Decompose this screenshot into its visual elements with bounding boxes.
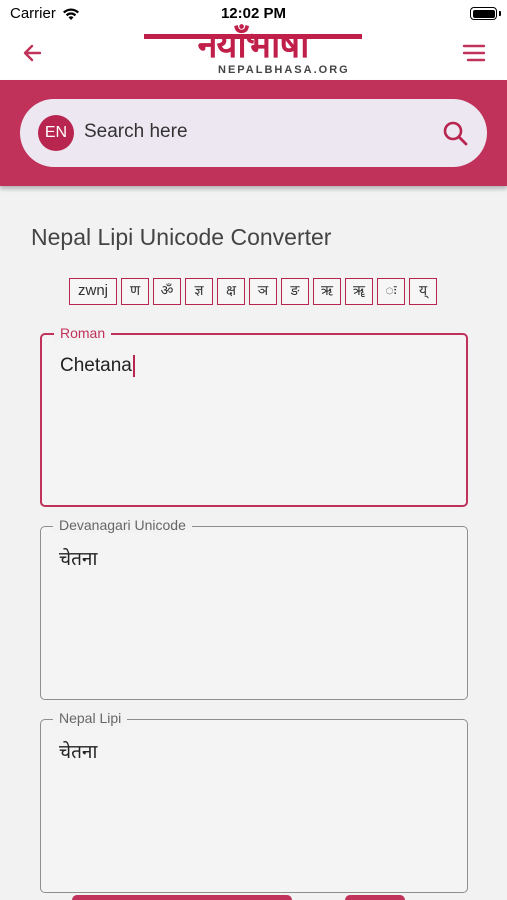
search-band: EN Search here	[0, 80, 507, 186]
char-key[interactable]: ङ	[281, 278, 309, 305]
char-key[interactable]: ः	[377, 278, 405, 305]
text-caret	[132, 355, 135, 377]
battery-icon	[470, 7, 497, 20]
devanagari-field-label: Devanagari Unicode	[53, 517, 192, 533]
search-bar[interactable]: EN Search here	[20, 99, 487, 167]
hamburger-menu-icon[interactable]	[461, 40, 487, 66]
char-key[interactable]: ञ	[249, 278, 277, 305]
arrow-left-icon[interactable]	[20, 40, 46, 66]
nepal-lipi-field-label: Nepal Lipi	[53, 710, 128, 726]
status-time: 12:02 PM	[220, 5, 287, 22]
char-key[interactable]: ॠ	[345, 278, 373, 305]
site-logo[interactable]: नयाँभाषा NEPALBHASA.ORG	[140, 22, 366, 82]
convert-button[interactable]	[72, 895, 292, 900]
char-key[interactable]: ऋ	[313, 278, 341, 305]
language-toggle[interactable]: EN	[38, 115, 74, 151]
nepal-lipi-field[interactable]: Nepal Lipi चेतना	[40, 710, 468, 893]
char-key-zwnj[interactable]: zwnj	[69, 278, 117, 305]
app-header: नयाँभाषा NEPALBHASA.ORG	[0, 24, 507, 80]
search-input[interactable]: Search here	[84, 121, 188, 143]
nepal-lipi-field-value[interactable]: चेतना	[59, 738, 97, 764]
char-key[interactable]: ज्ञ	[185, 278, 213, 305]
devanagari-field-value[interactable]: चेतना	[59, 545, 97, 571]
roman-field-value[interactable]: Chetana	[60, 355, 135, 377]
devanagari-field[interactable]: Devanagari Unicode चेतना	[40, 517, 468, 700]
roman-field[interactable]: Roman Chetana	[40, 325, 468, 507]
copy-button[interactable]	[345, 895, 405, 900]
char-key[interactable]: क्ष	[217, 278, 245, 305]
logo-text: नयाँभाषा	[197, 24, 310, 66]
char-key[interactable]: ण	[121, 278, 149, 305]
roman-field-label: Roman	[54, 325, 112, 341]
char-key[interactable]: ॐ	[153, 278, 181, 305]
search-icon[interactable]	[441, 119, 469, 147]
logo-subtitle: NEPALBHASA.ORG	[218, 64, 350, 76]
page-title: Nepal Lipi Unicode Converter	[31, 224, 332, 250]
char-key[interactable]: य्	[409, 278, 437, 305]
battery-tip	[499, 11, 501, 16]
special-character-bar: zwnj ण ॐ ज्ञ क्ष ञ ङ ऋ ॠ ः य्	[69, 278, 437, 305]
roman-text: Chetana	[60, 355, 132, 377]
